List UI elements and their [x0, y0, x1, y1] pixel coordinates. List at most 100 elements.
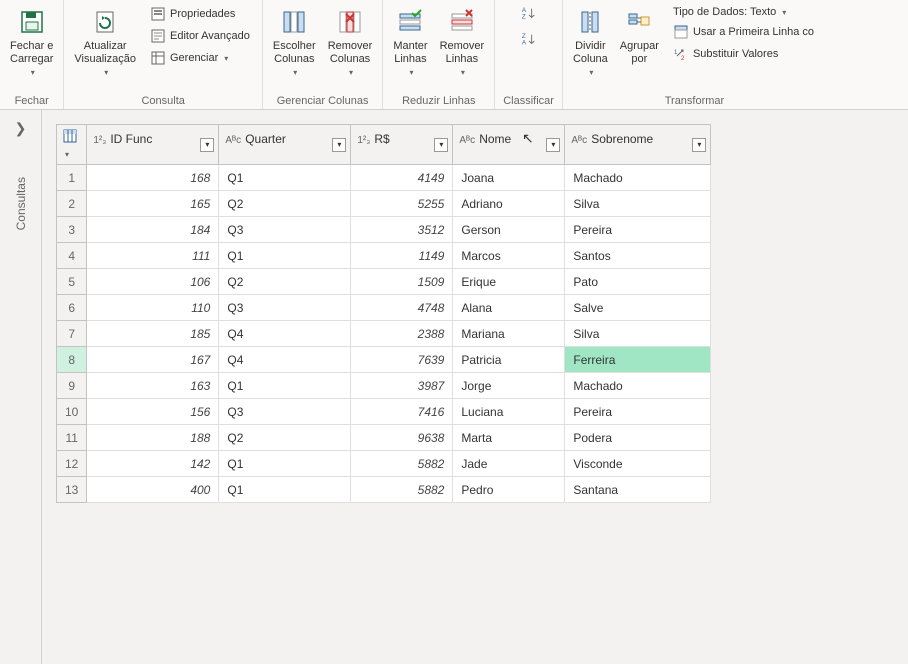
- cell-sobre[interactable]: Santana: [565, 477, 711, 503]
- row-number-cell[interactable]: 4: [57, 243, 87, 269]
- cell-id[interactable]: 111: [87, 243, 219, 269]
- cell-quarter[interactable]: Q3: [219, 399, 351, 425]
- cell-rs[interactable]: 7416: [351, 399, 453, 425]
- cell-quarter[interactable]: Q2: [219, 425, 351, 451]
- cell-quarter[interactable]: Q1: [219, 373, 351, 399]
- cell-id[interactable]: 167: [87, 347, 219, 373]
- cell-rs[interactable]: 1149: [351, 243, 453, 269]
- cell-quarter[interactable]: Q3: [219, 295, 351, 321]
- cell-sobre[interactable]: Santos: [565, 243, 711, 269]
- close-and-load-button[interactable]: Fechar eCarregar▾: [8, 4, 55, 79]
- keep-rows-button[interactable]: ManterLinhas▾: [391, 4, 429, 79]
- cell-nome[interactable]: Gerson: [453, 217, 565, 243]
- cell-sobre[interactable]: Pereira: [565, 399, 711, 425]
- table-row[interactable]: 12142Q15882JadeVisconde: [57, 451, 711, 477]
- column-header-rs[interactable]: 1²₃R$ ▾: [351, 125, 453, 165]
- cell-rs[interactable]: 7639: [351, 347, 453, 373]
- cell-quarter[interactable]: Q2: [219, 269, 351, 295]
- table-row[interactable]: 11188Q29638MartaPodera: [57, 425, 711, 451]
- row-number-cell[interactable]: 8: [57, 347, 87, 373]
- row-number-cell[interactable]: 12: [57, 451, 87, 477]
- cell-nome[interactable]: Luciana: [453, 399, 565, 425]
- cell-rs[interactable]: 2388: [351, 321, 453, 347]
- cell-id[interactable]: 163: [87, 373, 219, 399]
- row-number-cell[interactable]: 3: [57, 217, 87, 243]
- cell-id[interactable]: 110: [87, 295, 219, 321]
- advanced-editor-button[interactable]: Editor Avançado: [146, 26, 254, 46]
- cell-quarter[interactable]: Q4: [219, 347, 351, 373]
- column-header-nome[interactable]: AᴮcNome ▾: [453, 125, 565, 165]
- cell-id[interactable]: 165: [87, 191, 219, 217]
- cell-sobre[interactable]: Pato: [565, 269, 711, 295]
- cell-id[interactable]: 168: [87, 165, 219, 191]
- cell-id[interactable]: 156: [87, 399, 219, 425]
- cell-quarter[interactable]: Q1: [219, 165, 351, 191]
- cell-sobre[interactable]: Pereira: [565, 217, 711, 243]
- cell-id[interactable]: 106: [87, 269, 219, 295]
- cell-quarter[interactable]: Q1: [219, 477, 351, 503]
- cell-nome[interactable]: Mariana: [453, 321, 565, 347]
- sidebar-consultas-label[interactable]: Consultas: [14, 177, 28, 230]
- cell-id[interactable]: 184: [87, 217, 219, 243]
- table-row[interactable]: 2165Q25255AdrianoSilva: [57, 191, 711, 217]
- filter-button[interactable]: ▾: [692, 138, 706, 152]
- table-row[interactable]: 4111Q11149MarcosSantos: [57, 243, 711, 269]
- row-number-cell[interactable]: 9: [57, 373, 87, 399]
- row-number-cell[interactable]: 6: [57, 295, 87, 321]
- sidebar-expand-button[interactable]: ❯: [15, 120, 27, 137]
- table-row[interactable]: 10156Q37416LucianaPereira: [57, 399, 711, 425]
- cell-id[interactable]: 185: [87, 321, 219, 347]
- split-column-button[interactable]: DividirColuna▾: [571, 4, 610, 79]
- choose-columns-button[interactable]: EscolherColunas▾: [271, 4, 318, 79]
- cell-rs[interactable]: 5882: [351, 477, 453, 503]
- remove-rows-button[interactable]: RemoverLinhas▾: [438, 4, 487, 79]
- row-number-cell[interactable]: 1: [57, 165, 87, 191]
- cell-quarter[interactable]: Q1: [219, 243, 351, 269]
- sort-desc-button[interactable]: ZA: [517, 30, 541, 50]
- cell-nome[interactable]: Pedro: [453, 477, 565, 503]
- row-number-header[interactable]: ▾: [57, 125, 87, 165]
- group-by-button[interactable]: Agruparpor: [618, 4, 661, 68]
- cell-sobre[interactable]: Ferreira: [565, 347, 711, 373]
- cell-nome[interactable]: Jorge: [453, 373, 565, 399]
- cell-rs[interactable]: 3512: [351, 217, 453, 243]
- cell-sobre[interactable]: Silva: [565, 191, 711, 217]
- row-number-cell[interactable]: 10: [57, 399, 87, 425]
- data-type-button[interactable]: Tipo de Dados: Texto▾: [669, 4, 818, 20]
- table-row[interactable]: 7185Q42388MarianaSilva: [57, 321, 711, 347]
- properties-button[interactable]: Propriedades: [146, 4, 254, 24]
- cell-nome[interactable]: Joana: [453, 165, 565, 191]
- cell-quarter[interactable]: Q2: [219, 191, 351, 217]
- cell-id[interactable]: 142: [87, 451, 219, 477]
- cell-quarter[interactable]: Q1: [219, 451, 351, 477]
- cell-rs[interactable]: 4149: [351, 165, 453, 191]
- row-number-cell[interactable]: 2: [57, 191, 87, 217]
- row-number-cell[interactable]: 7: [57, 321, 87, 347]
- column-header-idfunc[interactable]: 1²₃ID Func ▾: [87, 125, 219, 165]
- cell-rs[interactable]: 4748: [351, 295, 453, 321]
- row-number-cell[interactable]: 5: [57, 269, 87, 295]
- table-row[interactable]: 1168Q14149JoanaMachado: [57, 165, 711, 191]
- cell-quarter[interactable]: Q3: [219, 217, 351, 243]
- table-row[interactable]: 6110Q34748AlanaSalve: [57, 295, 711, 321]
- sort-asc-button[interactable]: AZ: [517, 4, 541, 24]
- cell-nome[interactable]: Adriano: [453, 191, 565, 217]
- cell-nome[interactable]: Jade: [453, 451, 565, 477]
- table-row[interactable]: 8167Q47639PatriciaFerreira: [57, 347, 711, 373]
- table-row[interactable]: 5106Q21509EriquePato: [57, 269, 711, 295]
- filter-button[interactable]: ▾: [200, 138, 214, 152]
- filter-button[interactable]: ▾: [546, 138, 560, 152]
- cell-sobre[interactable]: Visconde: [565, 451, 711, 477]
- cell-sobre[interactable]: Silva: [565, 321, 711, 347]
- cell-rs[interactable]: 3987: [351, 373, 453, 399]
- replace-values-button[interactable]: 12 Substituir Valores: [669, 44, 818, 64]
- cell-sobre[interactable]: Machado: [565, 165, 711, 191]
- cell-rs[interactable]: 9638: [351, 425, 453, 451]
- cell-nome[interactable]: Patricia: [453, 347, 565, 373]
- cell-nome[interactable]: Marta: [453, 425, 565, 451]
- column-header-sobrenome[interactable]: AᴮcSobrenome ▾: [565, 125, 711, 165]
- cell-rs[interactable]: 5255: [351, 191, 453, 217]
- cell-nome[interactable]: Erique: [453, 269, 565, 295]
- refresh-preview-button[interactable]: AtualizarVisualização▾: [72, 4, 138, 79]
- first-row-header-button[interactable]: Usar a Primeira Linha co: [669, 22, 818, 42]
